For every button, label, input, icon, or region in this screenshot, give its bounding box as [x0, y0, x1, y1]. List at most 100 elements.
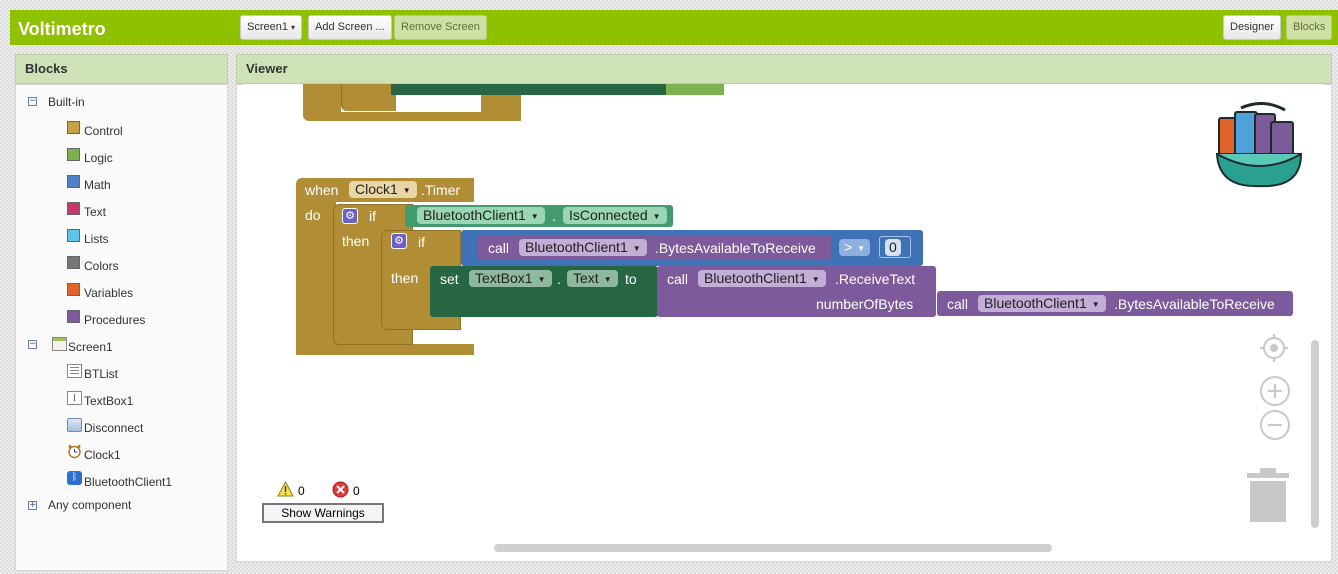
- bluetoothclient1-dropdown-label: BluetoothClient1: [984, 295, 1087, 311]
- tree-item-disconnect[interactable]: Disconnect: [84, 421, 143, 435]
- horizontal-scrollbar[interactable]: [494, 544, 1052, 552]
- tree-item-colors[interactable]: Colors: [84, 259, 119, 273]
- bluetoothclient1-dropdown-label: BluetoothClient1: [704, 270, 807, 286]
- trash-icon[interactable]: [1247, 468, 1289, 524]
- recenter-icon[interactable]: [1259, 333, 1289, 363]
- textbox1-dropdown-label: TextBox1: [475, 270, 533, 286]
- text-property-dropdown-label: Text: [573, 270, 599, 286]
- collapse-screen-icon[interactable]: −: [28, 340, 37, 349]
- show-warnings-button[interactable]: Show Warnings: [262, 503, 384, 523]
- bluetoothclient1-dropdown[interactable]: BluetoothClient1 ▼: [417, 207, 545, 224]
- expand-any-component-icon[interactable]: +: [28, 501, 37, 510]
- mutator-gear-icon[interactable]: ⚙: [391, 233, 407, 249]
- chevron-down-icon: ▼: [632, 243, 641, 253]
- math-swatch-icon: [67, 175, 80, 188]
- isconnected-dropdown-label: IsConnected: [569, 207, 648, 223]
- if-outer-label: if: [369, 208, 376, 224]
- chevron-down-icon: ▼: [1091, 299, 1100, 309]
- isconnected-dropdown[interactable]: IsConnected ▼: [563, 207, 667, 224]
- screen-select-label: Screen1: [247, 21, 288, 33]
- bluetoothclient1-dropdown-label: BluetoothClient1: [423, 207, 526, 223]
- clock1-dropdown-label: Clock1: [355, 181, 398, 197]
- call-label-3: call: [947, 296, 969, 312]
- tree-item-variables[interactable]: Variables: [84, 286, 133, 300]
- text-property-dropdown[interactable]: Text ▼: [567, 270, 618, 287]
- blocks-button[interactable]: Blocks: [1286, 15, 1333, 40]
- operator-dropdown-label: >: [844, 239, 853, 255]
- clock1-dropdown[interactable]: Clock1 ▼: [349, 181, 417, 198]
- event-name: .Timer: [421, 182, 461, 198]
- tree-screen1[interactable]: Screen1: [68, 340, 113, 354]
- partial-setter-block: [391, 84, 666, 95]
- tree-item-lists[interactable]: Lists: [84, 232, 109, 246]
- dot-separator-2: .: [557, 271, 561, 287]
- tree-item-logic[interactable]: Logic: [84, 151, 113, 165]
- event-block-body: [296, 202, 336, 355]
- text-swatch-icon: [67, 202, 80, 215]
- call-label-2: call: [667, 271, 689, 287]
- tree-any-component[interactable]: Any component: [48, 498, 131, 512]
- set-label: set: [440, 271, 459, 287]
- clock-icon: [67, 444, 82, 459]
- error-icon: [332, 481, 349, 498]
- logic-swatch-icon: [67, 148, 80, 161]
- button-icon: [67, 418, 82, 432]
- then-outer-label: then: [342, 233, 370, 249]
- bluetoothclient1-dropdown[interactable]: BluetoothClient1 ▼: [519, 239, 647, 256]
- blocks-workspace[interactable]: when Clock1 ▼ .Timer do ⚙ if then Bluetoo…: [243, 84, 1323, 556]
- mutator-gear-icon[interactable]: ⚙: [342, 208, 358, 224]
- collapse-builtin-icon[interactable]: −: [28, 97, 37, 106]
- add-screen-button[interactable]: Add Screen ...: [308, 15, 392, 40]
- tree-builtin[interactable]: Built-in: [48, 95, 85, 109]
- zoom-in-icon[interactable]: [1259, 375, 1291, 407]
- warning-count: 0: [298, 484, 305, 498]
- viewer-header: Viewer: [236, 54, 1332, 84]
- call-label-1: call: [488, 240, 510, 256]
- tree-item-control[interactable]: Control: [84, 124, 123, 138]
- colors-swatch-icon: [67, 256, 80, 269]
- tree-item-math[interactable]: Math: [84, 178, 111, 192]
- tree-item-clock1[interactable]: Clock1: [84, 448, 121, 462]
- chevron-down-icon: ▼: [603, 274, 612, 284]
- bluetoothclient1-dropdown-label: BluetoothClient1: [525, 239, 628, 255]
- variables-swatch-icon: [67, 283, 80, 296]
- tree-item-bluetoothclient1[interactable]: BluetoothClient1: [84, 475, 172, 489]
- textbox1-dropdown[interactable]: TextBox1 ▼: [469, 270, 552, 287]
- backpack-icon[interactable]: [1215, 102, 1305, 188]
- chevron-down-icon: ▼: [652, 211, 661, 221]
- tree-item-procedures[interactable]: Procedures: [84, 313, 145, 327]
- do-label: do: [305, 207, 321, 223]
- lists-swatch-icon: [67, 229, 80, 242]
- chevron-down-icon: ▼: [811, 274, 820, 284]
- chevron-down-icon: ▾: [291, 23, 296, 32]
- designer-button[interactable]: Designer: [1223, 15, 1282, 40]
- chevron-down-icon: ▼: [530, 211, 539, 221]
- receive-text-method: .ReceiveText: [835, 271, 916, 287]
- remove-screen-button[interactable]: Remove Screen: [394, 15, 487, 40]
- procedures-swatch-icon: [67, 310, 80, 323]
- warning-icon: [277, 480, 294, 497]
- if-inner-label: if: [418, 234, 425, 250]
- tree-item-text[interactable]: Text: [84, 205, 106, 219]
- chevron-down-icon: ▼: [402, 185, 411, 195]
- tree-item-btlist[interactable]: BTList: [84, 367, 118, 381]
- blocks-tree: − Built-in Control Logic Math Text Lists…: [15, 84, 228, 571]
- screen-select-button[interactable]: Screen1 ▾: [240, 15, 303, 40]
- then-inner-label: then: [391, 270, 419, 286]
- bluetoothclient1-dropdown[interactable]: BluetoothClient1 ▼: [698, 270, 826, 287]
- listpicker-icon: [67, 364, 82, 378]
- error-count: 0: [353, 484, 360, 498]
- bytes-available-method: .BytesAvailableToReceive: [655, 240, 816, 256]
- zoom-out-icon[interactable]: [1259, 409, 1291, 441]
- chevron-down-icon: ▼: [857, 243, 866, 253]
- when-label: when: [305, 182, 339, 198]
- number-field[interactable]: 0: [885, 239, 901, 256]
- operator-dropdown[interactable]: > ▼: [839, 239, 871, 256]
- bluetooth-icon: ᛒ: [67, 471, 82, 485]
- bluetoothclient1-dropdown[interactable]: BluetoothClient1 ▼: [978, 295, 1106, 312]
- tree-item-textbox1[interactable]: TextBox1: [84, 394, 133, 408]
- dot-separator: .: [552, 208, 556, 224]
- vertical-scrollbar[interactable]: [1311, 340, 1319, 528]
- app-title: Voltimetro: [18, 19, 106, 39]
- number-of-bytes-param: numberOfBytes: [816, 296, 914, 312]
